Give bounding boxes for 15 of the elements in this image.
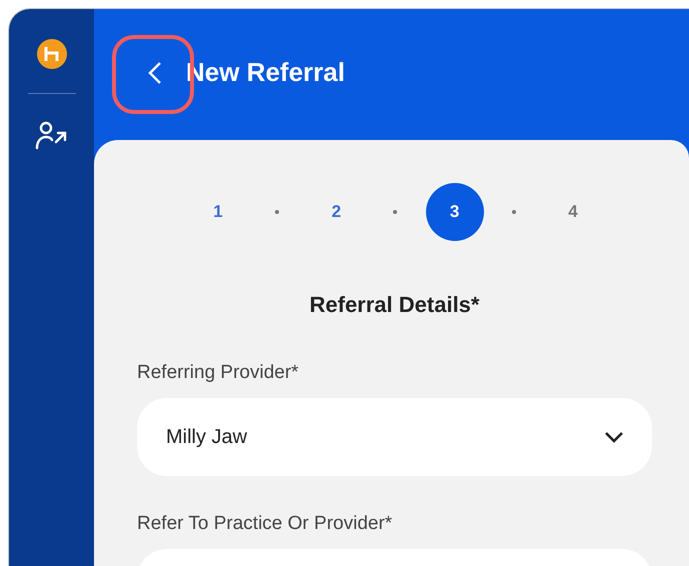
- field-label: Referring Provider*: [137, 362, 300, 384]
- step-number: 2: [330, 201, 342, 223]
- chevron-down-icon: [604, 431, 624, 443]
- step-number: 1: [212, 201, 224, 223]
- logo-icon: [36, 39, 66, 69]
- chevron-left-icon: [148, 60, 162, 84]
- provider-dropdown[interactable]: Milly Jaw: [137, 398, 652, 476]
- field-label: Refer To Practice Or Provider*: [137, 513, 394, 535]
- step-dot: [275, 210, 280, 214]
- step-dot: [512, 210, 516, 214]
- current-step-circle: 3: [426, 183, 484, 241]
- section-title: Referral Details*: [308, 292, 480, 318]
- step-number: 4: [567, 201, 579, 223]
- person-arrow-icon[interactable]: [34, 120, 68, 150]
- step-dot: [393, 210, 398, 214]
